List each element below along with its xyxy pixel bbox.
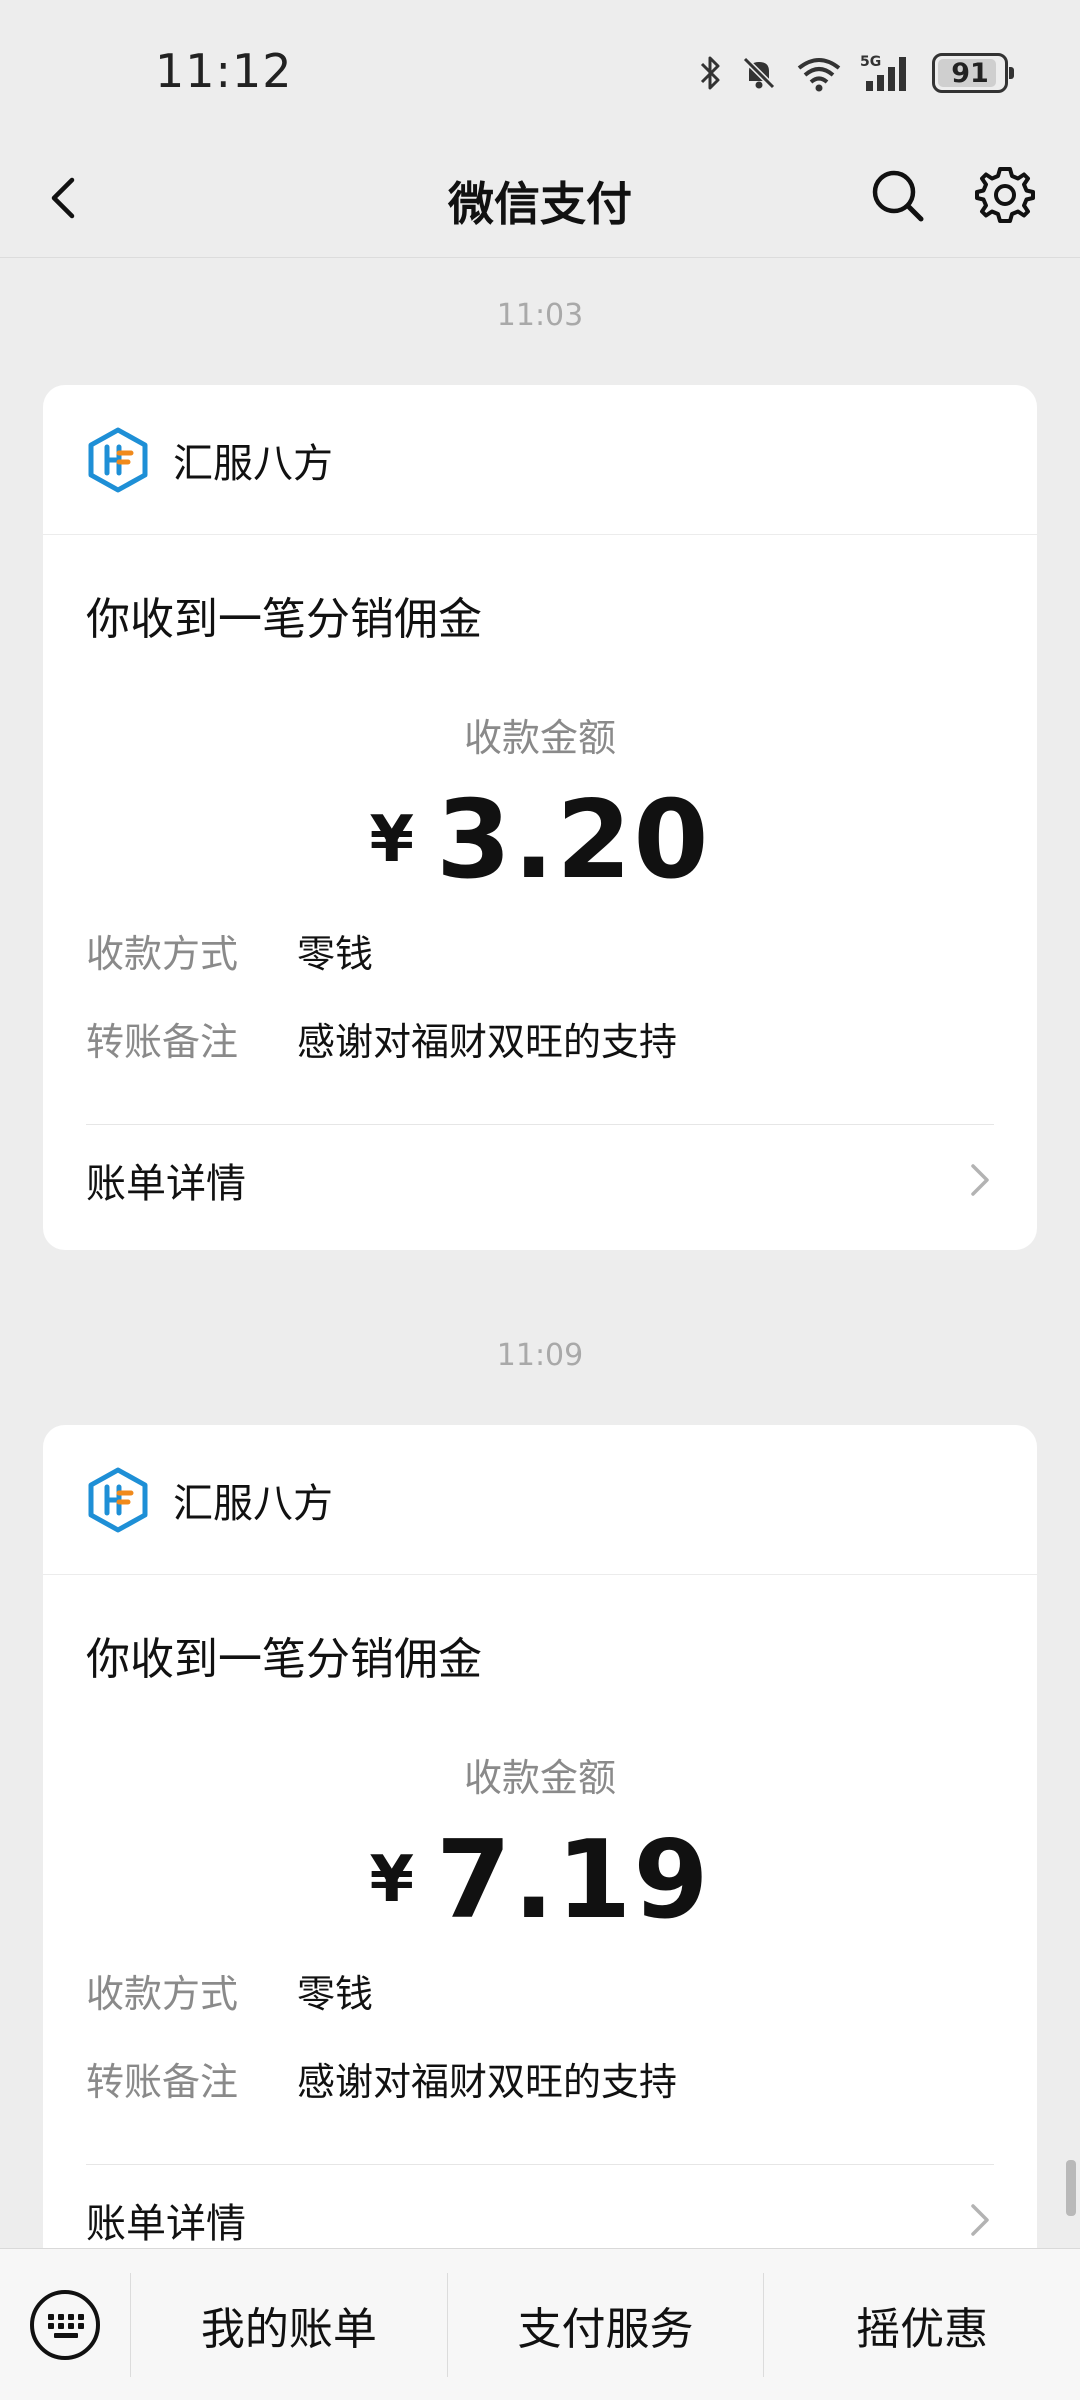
scrollbar[interactable] <box>1066 2160 1076 2216</box>
settings-button[interactable] <box>972 162 1038 228</box>
transfer-note-label: 转账备注 <box>86 1019 239 1064</box>
mute-bell-icon <box>742 56 776 90</box>
amount-value: 3.20 <box>436 777 711 903</box>
payment-method-label: 收款方式 <box>86 931 239 976</box>
amount-label: 收款金额 <box>463 716 616 760</box>
status-time: 11:12 <box>155 44 293 98</box>
bluetooth-icon <box>700 56 720 90</box>
menu-my-bills[interactable]: 我的账单 <box>130 2272 447 2377</box>
chevron-right-icon <box>971 1163 989 1196</box>
currency-symbol: ¥ <box>369 1843 415 1917</box>
menu-payment-services[interactable]: 支付服务 <box>446 2272 764 2377</box>
status-icons: 5G 91 <box>698 48 1014 98</box>
status-bar: 11:12 5G 91 <box>0 0 1080 140</box>
search-icon <box>872 170 924 222</box>
bill-details-label: 账单详情 <box>86 1160 246 1207</box>
transfer-note-label: 转账备注 <box>86 2059 239 2104</box>
message-title: 你收到一笔分销佣金 <box>86 594 482 645</box>
cellular-5g-icon: 5G <box>860 54 906 91</box>
transfer-note-row: 转账备注 感谢对福财双旺的支持 <box>43 2034 1037 2122</box>
merchant-name: 汇服八方 <box>173 440 333 487</box>
card-header[interactable]: 汇服八方 <box>43 1425 1037 1575</box>
message-timestamp: 11:09 <box>496 1338 584 1373</box>
message-timestamp: 11:03 <box>496 298 584 333</box>
bottom-menu: 我的账单 支付服务 摇优惠 <box>0 2248 1080 2400</box>
menu-shake-offers[interactable]: 摇优惠 <box>763 2272 1080 2377</box>
payment-method-row: 收款方式 零钱 <box>43 1946 1037 2034</box>
amount-value: 7.19 <box>436 1817 711 1943</box>
battery-indicator: 91 <box>932 53 1014 93</box>
bill-details-link[interactable]: 账单详情 <box>86 1124 994 1234</box>
payment-message-card[interactable]: 汇服八方 你收到一笔分销佣金 收款金额 ¥ 3.20 收款方式 零钱 转账备注 … <box>43 385 1037 1250</box>
merchant-logo-icon <box>88 427 148 492</box>
transfer-note-row: 转账备注 感谢对福财双旺的支持 <box>43 994 1037 1082</box>
amount: ¥ 7.19 <box>43 1817 1037 1943</box>
gear-icon <box>975 167 1035 223</box>
message-title: 你收到一笔分销佣金 <box>86 1634 482 1685</box>
payment-message-card[interactable]: 汇服八方 你收到一笔分销佣金 收款金额 ¥ 7.19 收款方式 零钱 转账备注 … <box>43 1425 1037 2305</box>
search-button[interactable] <box>866 164 930 228</box>
keyboard-toggle-button[interactable] <box>0 2249 130 2400</box>
amount: ¥ 3.20 <box>43 777 1037 903</box>
bill-details-label: 账单详情 <box>86 2200 246 2247</box>
transfer-note-value: 感谢对福财双旺的支持 <box>297 2059 678 2104</box>
battery-level: 91 <box>951 57 989 89</box>
transfer-note-value: 感谢对福财双旺的支持 <box>297 1019 678 1064</box>
payment-method-row: 收款方式 零钱 <box>43 906 1037 994</box>
card-header[interactable]: 汇服八方 <box>43 385 1037 535</box>
keyboard-icon <box>30 2289 100 2360</box>
currency-symbol: ¥ <box>369 803 415 877</box>
merchant-name: 汇服八方 <box>173 1480 333 1527</box>
wifi-icon <box>797 58 841 92</box>
payment-method-value: 零钱 <box>297 931 374 976</box>
chevron-right-icon <box>971 2203 989 2236</box>
svg-text:5G: 5G <box>860 54 881 70</box>
amount-label: 收款金额 <box>463 1756 616 1800</box>
merchant-logo-icon <box>88 1467 148 1532</box>
payment-method-label: 收款方式 <box>86 1971 239 2016</box>
nav-bar: 微信支付 <box>0 140 1080 258</box>
payment-method-value: 零钱 <box>297 1971 374 2016</box>
